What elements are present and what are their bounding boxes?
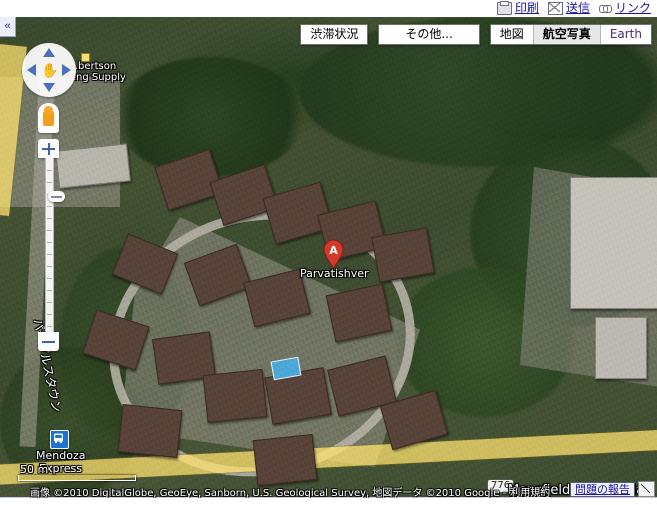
map-type-satellite[interactable]: 航空写真 xyxy=(533,25,601,44)
send-link-label: 送信 xyxy=(565,1,590,15)
print-link[interactable]: 印刷 xyxy=(496,1,539,15)
share-link[interactable]: リンク xyxy=(598,1,651,15)
printer-icon xyxy=(496,1,512,15)
send-link[interactable]: 送信 xyxy=(547,1,590,15)
zoom-control[interactable] xyxy=(38,139,65,351)
pan-down-arrow-icon[interactable] xyxy=(43,83,55,92)
attribution-text: 画像 ©2010 DigitalGlobe, GeoEye, Sanborn, … xyxy=(30,487,507,499)
zoom-in-button[interactable] xyxy=(38,139,59,158)
envelope-icon xyxy=(547,2,563,15)
traffic-button-label: 渋滞状況 xyxy=(301,25,368,44)
pegman-head xyxy=(44,106,53,114)
map-type-controls: 渋滞状況 その他... 地図 航空写真 Earth xyxy=(300,24,652,45)
map-type-group: 地図 航空写真 Earth xyxy=(489,24,652,45)
zoom-slider-track[interactable] xyxy=(45,158,65,332)
top-link-bar: 印刷 送信 リンク xyxy=(0,0,657,17)
share-link-label: リンク xyxy=(614,1,651,15)
traffic-button[interactable]: 渋滞状況 xyxy=(300,24,369,45)
plus-icon xyxy=(47,143,50,155)
more-button-label: その他... xyxy=(379,25,479,44)
scale-bar-line xyxy=(18,475,136,481)
hand-drag-icon[interactable]: ✋ xyxy=(41,61,58,79)
bus-stop-icon[interactable] xyxy=(50,430,69,449)
print-link-label: 印刷 xyxy=(514,1,539,15)
result-marker-a[interactable]: A xyxy=(323,239,344,269)
zoom-out-button[interactable] xyxy=(38,332,59,351)
map-viewport[interactable]: …bertson …ng Supply パープルスタウン Mendoza Exp… xyxy=(0,17,657,498)
collapse-sidebar-button[interactable]: « xyxy=(0,17,16,37)
scale-bar: 50 m xyxy=(18,463,136,481)
pan-control[interactable]: ✋ xyxy=(22,43,76,97)
chain-link-icon xyxy=(598,3,612,14)
minus-icon xyxy=(42,341,55,343)
map-type-map[interactable]: 地図 xyxy=(490,25,534,44)
top-links-group: 印刷 送信 リンク xyxy=(496,1,651,16)
map-type-earth[interactable]: Earth xyxy=(600,25,651,44)
svg-text:A: A xyxy=(329,244,338,257)
terms-of-use-link[interactable]: 利用規約 xyxy=(510,484,550,499)
poi-marker-icon[interactable] xyxy=(81,53,90,62)
more-button[interactable]: その他... xyxy=(378,24,480,45)
street-view-pegman-icon[interactable] xyxy=(38,103,59,133)
attribution-bar: 画像 ©2010 DigitalGlobe, GeoEye, Sanborn, … xyxy=(0,484,657,499)
pan-left-arrow-icon[interactable] xyxy=(27,64,36,76)
pan-up-arrow-icon[interactable] xyxy=(43,48,55,57)
zoom-slider-handle[interactable] xyxy=(48,191,65,202)
google-maps-window: 印刷 送信 リンク …bertson …ng Supply パープルスタウン M… xyxy=(0,0,657,505)
window-bottom-strip xyxy=(0,497,657,505)
pan-right-arrow-icon[interactable] xyxy=(62,64,71,76)
